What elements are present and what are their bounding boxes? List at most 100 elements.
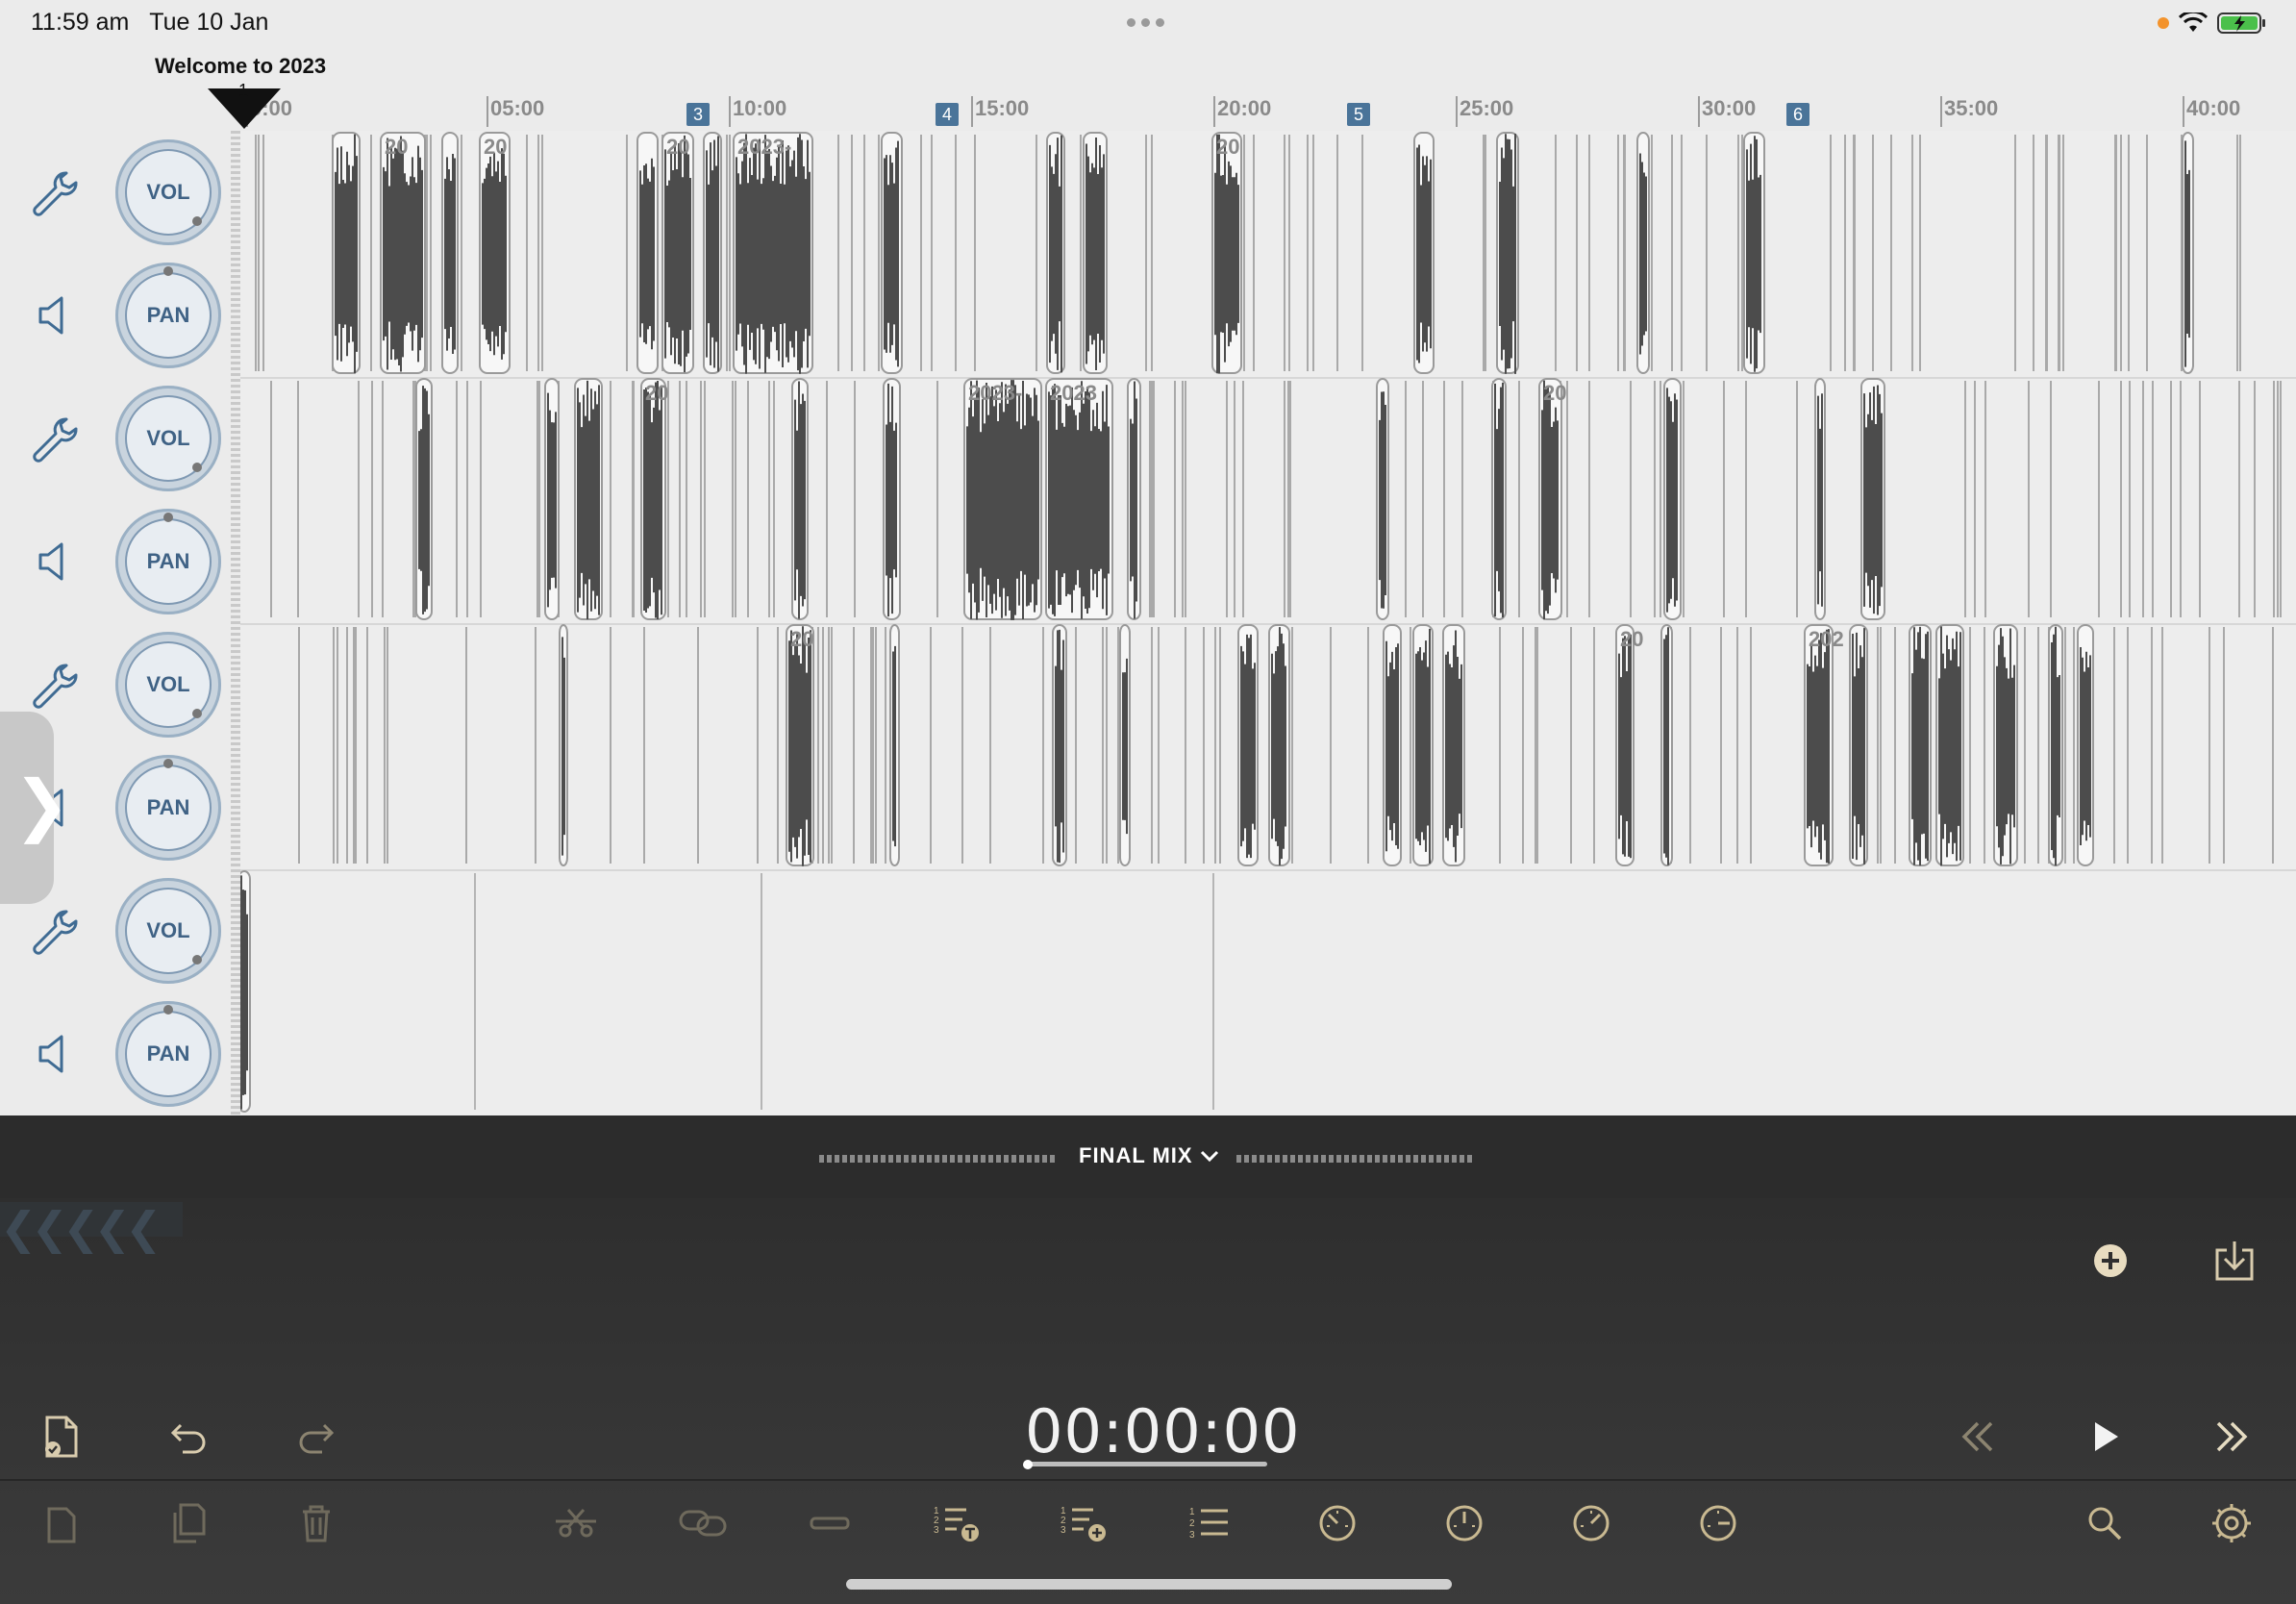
track-lane-1[interactable]: 20 20 20 2023- 20 bbox=[240, 131, 2296, 379]
gauge-4-button[interactable] bbox=[1691, 1496, 1745, 1550]
track-lane-3[interactable]: 20 20 202 bbox=[240, 623, 2296, 871]
gauge-2-button[interactable] bbox=[1437, 1496, 1491, 1550]
waveform-track-3[interactable]: 20 20 202 bbox=[240, 623, 2296, 869]
volume-knob[interactable]: VOL bbox=[115, 878, 221, 984]
audio-clip[interactable]: 20 bbox=[1615, 624, 1643, 866]
audio-clip[interactable] bbox=[1935, 624, 1964, 866]
speaker-icon[interactable] bbox=[25, 533, 83, 590]
import-button[interactable] bbox=[2208, 1234, 2261, 1288]
audio-clip[interactable]: 2023- bbox=[733, 132, 813, 374]
audio-clip[interactable] bbox=[1743, 132, 1765, 374]
audio-clip[interactable]: 20 bbox=[380, 132, 426, 374]
copy-button[interactable] bbox=[34, 1496, 87, 1550]
volume-knob[interactable]: VOL bbox=[115, 386, 221, 491]
audio-clip[interactable]: 20 bbox=[1211, 132, 1242, 374]
audio-clip[interactable] bbox=[881, 132, 903, 374]
marker-flag-6[interactable]: 6 bbox=[1786, 103, 1809, 126]
link-button[interactable] bbox=[676, 1496, 730, 1550]
audio-clip[interactable] bbox=[2048, 624, 2063, 866]
fast-forward-button[interactable] bbox=[2205, 1410, 2259, 1464]
audio-clip[interactable]: 20 bbox=[786, 624, 814, 866]
timeline-lanes[interactable]: 20 20 20 2023- 20 20 2023- 2023 20 20 20 202 bbox=[61, 131, 2296, 1117]
volume-knob[interactable]: VOL bbox=[115, 139, 221, 245]
audio-clip[interactable]: 20 bbox=[479, 132, 511, 374]
rewind-button[interactable] bbox=[1951, 1410, 2005, 1464]
audio-clip[interactable] bbox=[2182, 132, 2194, 374]
numbered-list-text-button[interactable]: 123 bbox=[930, 1496, 984, 1550]
audio-clip[interactable] bbox=[1052, 624, 1067, 866]
track-lane-2[interactable]: 20 2023- 2023 20 bbox=[240, 377, 2296, 625]
gauge-1-button[interactable] bbox=[1310, 1496, 1364, 1550]
audio-clip[interactable] bbox=[1413, 132, 1435, 374]
gauge-3-button[interactable] bbox=[1564, 1496, 1618, 1550]
audio-clip[interactable] bbox=[703, 132, 722, 374]
audio-clip[interactable]: 20 bbox=[661, 132, 694, 374]
audio-clip[interactable] bbox=[1814, 378, 1826, 620]
settings-button[interactable] bbox=[2205, 1496, 2259, 1550]
pan-knob[interactable]: PAN bbox=[115, 509, 221, 614]
wrench-icon[interactable] bbox=[25, 902, 83, 960]
audio-clip[interactable] bbox=[1993, 624, 2018, 866]
split-button[interactable] bbox=[549, 1496, 603, 1550]
numbered-list-button[interactable]: 123 bbox=[1184, 1496, 1237, 1550]
waveform-track-2[interactable]: 20 2023- 2023 20 bbox=[240, 377, 2296, 623]
audio-clip[interactable] bbox=[1909, 624, 1932, 866]
home-indicator[interactable] bbox=[846, 1579, 1452, 1590]
speaker-icon[interactable] bbox=[25, 287, 83, 344]
time-scrubber[interactable] bbox=[1027, 1462, 1267, 1466]
audio-clip[interactable] bbox=[1127, 378, 1141, 620]
audio-clip[interactable] bbox=[441, 132, 459, 374]
play-button[interactable] bbox=[2078, 1410, 2132, 1464]
audio-clip[interactable] bbox=[889, 624, 900, 866]
track-lane-4[interactable] bbox=[61, 869, 2296, 1117]
audio-clip[interactable] bbox=[1663, 378, 1682, 620]
volume-knob[interactable]: VOL bbox=[115, 632, 221, 738]
trim-button[interactable] bbox=[803, 1496, 857, 1550]
search-button[interactable] bbox=[2078, 1496, 2132, 1550]
audio-clip[interactable] bbox=[1046, 132, 1065, 374]
pan-knob[interactable]: PAN bbox=[115, 1001, 221, 1107]
speaker-icon[interactable] bbox=[25, 1025, 83, 1083]
project-status-button[interactable] bbox=[34, 1410, 87, 1464]
wrench-icon[interactable] bbox=[25, 163, 83, 221]
audio-clip[interactable] bbox=[883, 378, 901, 620]
wrench-icon[interactable] bbox=[25, 410, 83, 467]
numbered-list-add-button[interactable]: 123 bbox=[1057, 1496, 1111, 1550]
audio-clip[interactable]: 2023- bbox=[963, 378, 1042, 620]
audio-clip[interactable] bbox=[1412, 624, 1434, 866]
pan-knob[interactable]: PAN bbox=[115, 263, 221, 368]
redo-button[interactable] bbox=[289, 1410, 343, 1464]
marker-flag-4[interactable]: 4 bbox=[936, 103, 959, 126]
waveform-track-4[interactable] bbox=[61, 869, 2296, 1115]
audio-clip[interactable] bbox=[559, 624, 568, 866]
audio-clip[interactable] bbox=[1383, 624, 1402, 866]
time-scrubber-handle[interactable] bbox=[1023, 1460, 1033, 1469]
audio-clip[interactable]: 20 bbox=[1538, 378, 1566, 620]
audio-clip[interactable] bbox=[1849, 624, 1868, 866]
audio-clip[interactable] bbox=[1237, 624, 1259, 866]
audio-clip[interactable] bbox=[1491, 378, 1507, 620]
audio-clip[interactable] bbox=[415, 378, 433, 620]
audio-clip[interactable] bbox=[1496, 132, 1519, 374]
audio-clip[interactable]: 20 bbox=[640, 378, 668, 620]
audio-clip[interactable] bbox=[791, 378, 809, 620]
audio-clip[interactable] bbox=[636, 132, 659, 374]
audio-clip[interactable] bbox=[237, 870, 251, 1113]
audio-clip[interactable] bbox=[1442, 624, 1465, 866]
mix-selector[interactable]: FINAL MIX bbox=[1079, 1143, 1219, 1168]
audio-clip[interactable] bbox=[1268, 624, 1290, 866]
audio-clip[interactable] bbox=[1119, 624, 1131, 866]
audio-clip[interactable] bbox=[574, 378, 603, 620]
audio-clip[interactable] bbox=[1376, 378, 1389, 620]
audio-clip[interactable] bbox=[1083, 132, 1108, 374]
audio-clip[interactable] bbox=[1660, 624, 1673, 866]
marker-flag-3[interactable]: 3 bbox=[686, 103, 710, 126]
audio-clip[interactable]: 202 bbox=[1804, 624, 1844, 866]
audio-clip[interactable] bbox=[2077, 624, 2094, 866]
audio-clip[interactable] bbox=[1860, 378, 1885, 620]
chevron-right-icon[interactable]: ❯ bbox=[13, 765, 70, 844]
audio-clip[interactable] bbox=[332, 132, 361, 374]
timecode-display[interactable]: 00:00:00 bbox=[1025, 1396, 1300, 1466]
marker-flag-5[interactable]: 5 bbox=[1347, 103, 1370, 126]
audio-clip[interactable] bbox=[1636, 132, 1650, 374]
